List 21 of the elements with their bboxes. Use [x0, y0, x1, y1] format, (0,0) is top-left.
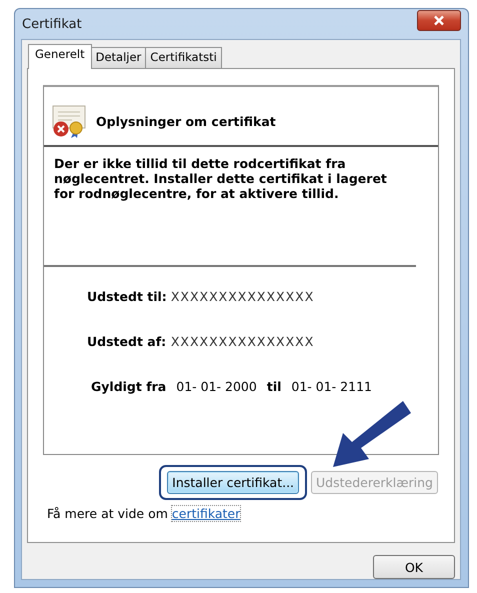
close-icon: [433, 14, 445, 26]
field-label: Udstedt af:: [87, 334, 167, 349]
field-value: 01- 01- 2000: [176, 379, 257, 394]
field-label: til: [266, 379, 282, 394]
learn-more-text: Få mere at vide om certifikater: [46, 506, 242, 521]
section-heading: Oplysninger om certifikat: [96, 114, 276, 128]
certificates-link[interactable]: certifikater: [172, 506, 240, 521]
field-label: Gyldigt fra: [91, 379, 166, 394]
close-button[interactable]: [417, 10, 461, 30]
tab[interactable]: Detaljer: [90, 47, 146, 68]
install-certificate-button[interactable]: Installer certifikat...: [167, 471, 300, 494]
tab[interactable]: Generelt: [28, 44, 92, 69]
field-value: XXXXXXXXXXXXXXX: [170, 289, 314, 304]
tab[interactable]: Certifikatsti: [145, 47, 222, 68]
certificate-error-icon: [52, 104, 86, 138]
field-value: 01- 01- 2111: [291, 379, 372, 394]
field-label: Udstedt til:: [87, 289, 167, 304]
field-value: XXXXXXXXXXXXXXX: [170, 334, 314, 349]
ok-button[interactable]: OK: [373, 555, 455, 579]
window-title: Certifikat: [21, 16, 82, 32]
trust-message: Der er ikke tillid til dette rodcertifikat fra nøglecentret. Installer dette certifikat i lageret for rodnøglecentre, for at aktivere tillid.: [54, 156, 387, 201]
